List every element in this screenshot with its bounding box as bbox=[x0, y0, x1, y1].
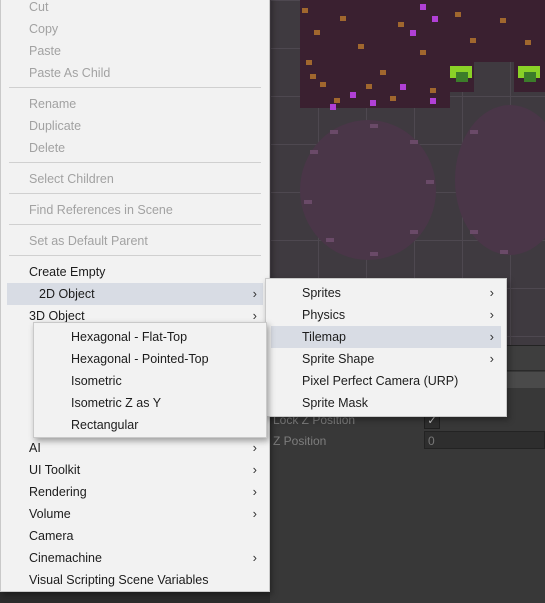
chevron-right-icon: › bbox=[252, 286, 257, 301]
menu-item-label: UI Toolkit bbox=[29, 463, 81, 477]
submenu-tilemap: Hexagonal - Flat-Top Hexagonal - Pointed… bbox=[33, 322, 267, 438]
chevron-right-icon: › bbox=[489, 307, 494, 322]
menu-item-label: 3D Object bbox=[29, 309, 85, 323]
menu-item-label: Rendering bbox=[29, 485, 87, 499]
menu-item-2d-object[interactable]: 2D Object › bbox=[7, 283, 263, 305]
menu-item-set-default-parent[interactable]: Set as Default Parent bbox=[1, 230, 269, 252]
chevron-right-icon: › bbox=[252, 550, 257, 565]
menu-item-visual-scripting-scene-variables[interactable]: Visual Scripting Scene Variables bbox=[1, 569, 269, 591]
menu-separator bbox=[9, 193, 261, 194]
menu-item-label: Sprites bbox=[302, 286, 341, 300]
submenu-item-sprite-mask[interactable]: Sprite Mask bbox=[266, 392, 506, 414]
menu-separator bbox=[9, 87, 261, 88]
chevron-right-icon: › bbox=[252, 506, 257, 521]
menu-item-label: Sprite Shape bbox=[302, 352, 375, 366]
chevron-right-icon: › bbox=[252, 462, 257, 477]
menu-item-label: Tilemap bbox=[302, 330, 346, 344]
menu-item-copy[interactable]: Copy bbox=[1, 18, 269, 40]
menu-item-label: Volume bbox=[29, 507, 71, 521]
menu-separator bbox=[9, 255, 261, 256]
menu-item-duplicate[interactable]: Duplicate bbox=[1, 115, 269, 137]
chevron-right-icon: › bbox=[252, 440, 257, 455]
chevron-right-icon: › bbox=[489, 285, 494, 300]
submenu-item-rectangular[interactable]: Rectangular bbox=[34, 414, 266, 436]
submenu-item-sprite-shape[interactable]: Sprite Shape › bbox=[266, 348, 506, 370]
submenu-item-hexagonal-flat-top[interactable]: Hexagonal - Flat-Top bbox=[34, 326, 266, 348]
menu-item-paste[interactable]: Paste bbox=[1, 40, 269, 62]
menu-item-find-references[interactable]: Find References in Scene bbox=[1, 199, 269, 221]
menu-separator bbox=[9, 224, 261, 225]
menu-item-ai[interactable]: AI › bbox=[1, 437, 269, 459]
menu-item-label: 2D Object bbox=[39, 287, 95, 301]
z-position-label: Z Position bbox=[273, 434, 327, 448]
chevron-right-icon: › bbox=[252, 484, 257, 499]
chevron-right-icon: › bbox=[489, 351, 494, 366]
menu-item-rename[interactable]: Rename bbox=[1, 93, 269, 115]
submenu-item-isometric[interactable]: Isometric bbox=[34, 370, 266, 392]
menu-item-volume[interactable]: Volume › bbox=[1, 503, 269, 525]
submenu-2d-object: Sprites › Physics › Tilemap › Sprite Sha… bbox=[265, 278, 507, 417]
menu-item-label: Physics bbox=[302, 308, 346, 322]
menu-item-label: AI bbox=[29, 441, 41, 455]
menu-item-label: Cinemachine bbox=[29, 551, 102, 565]
submenu-item-pixel-perfect-camera[interactable]: Pixel Perfect Camera (URP) bbox=[266, 370, 506, 392]
menu-item-camera[interactable]: Camera bbox=[1, 525, 269, 547]
submenu-item-hexagonal-pointed-top[interactable]: Hexagonal - Pointed-Top bbox=[34, 348, 266, 370]
z-position-field[interactable]: 0 bbox=[424, 431, 545, 449]
menu-item-delete[interactable]: Delete bbox=[1, 137, 269, 159]
menu-item-ui-toolkit[interactable]: UI Toolkit › bbox=[1, 459, 269, 481]
menu-item-cut[interactable]: Cut bbox=[1, 0, 269, 18]
menu-item-create-empty[interactable]: Create Empty bbox=[1, 261, 269, 283]
submenu-item-physics[interactable]: Physics › bbox=[266, 304, 506, 326]
menu-separator bbox=[9, 162, 261, 163]
menu-item-paste-as-child[interactable]: Paste As Child bbox=[1, 62, 269, 84]
menu-item-rendering[interactable]: Rendering › bbox=[1, 481, 269, 503]
menu-item-select-children[interactable]: Select Children bbox=[1, 168, 269, 190]
chevron-right-icon: › bbox=[489, 329, 494, 344]
hierarchy-context-menu: Cut Copy Paste Paste As Child Rename Dup… bbox=[0, 0, 270, 592]
submenu-item-sprites[interactable]: Sprites › bbox=[266, 282, 506, 304]
menu-item-cinemachine[interactable]: Cinemachine › bbox=[1, 547, 269, 569]
submenu-item-isometric-z-as-y[interactable]: Isometric Z as Y bbox=[34, 392, 266, 414]
submenu-item-tilemap[interactable]: Tilemap › bbox=[271, 326, 501, 348]
